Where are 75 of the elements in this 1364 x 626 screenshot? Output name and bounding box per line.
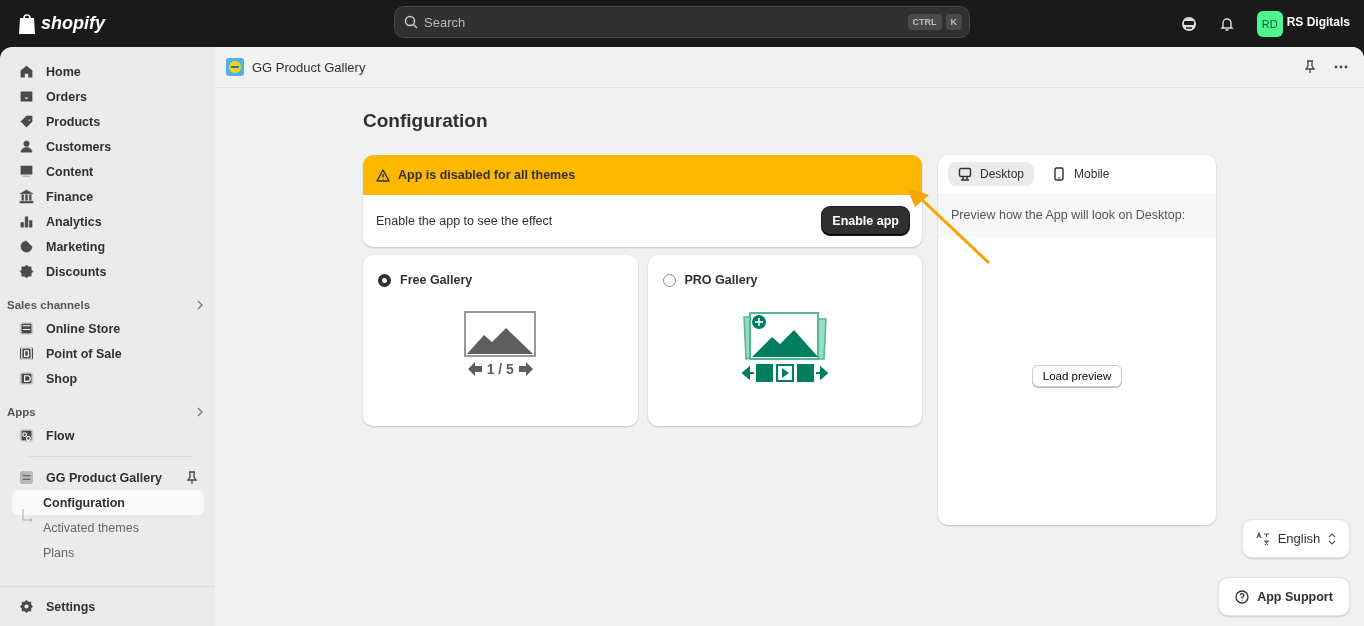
channel-icon [19, 371, 34, 386]
nav-icon [19, 264, 34, 279]
section-title: Apps [7, 406, 36, 418]
gallery-option-card[interactable]: Free Gallery 1 / 5 [363, 255, 638, 426]
channel-icon [19, 428, 34, 443]
desktop-icon [958, 167, 972, 181]
notification-icon[interactable] [1218, 15, 1235, 32]
nav-item[interactable]: Orders [12, 84, 204, 109]
nav-icon [19, 89, 34, 104]
gallery-label: Free Gallery [400, 273, 473, 287]
nav-item[interactable]: Online Store [12, 316, 204, 341]
image-placeholder-icon [464, 311, 537, 357]
arrow-left-icon [466, 361, 483, 377]
radio-button[interactable] [378, 273, 391, 287]
logo-text[interactable]: shopify [41, 13, 105, 34]
sub-nav-item[interactable]: Activated themes [12, 515, 204, 540]
channel-icon [19, 321, 34, 336]
translate-icon [1255, 531, 1270, 546]
nav-icon [19, 214, 34, 229]
chevron-updown-icon [1328, 532, 1337, 545]
nav-icon [19, 139, 34, 154]
nav-item[interactable]: GG Product Gallery [12, 465, 162, 490]
sub-nav-item[interactable]: Plans [12, 540, 204, 565]
enable-app-button[interactable]: Enable app [822, 207, 909, 235]
shortcut-key: CTRL [907, 14, 942, 30]
load-preview-button[interactable]: Load preview [1031, 365, 1123, 387]
search-icon [404, 15, 418, 29]
nav-item[interactable]: Products [12, 109, 204, 134]
pin-icon[interactable] [1304, 60, 1316, 74]
nav-icon [19, 114, 34, 129]
nav-icon [19, 239, 34, 254]
pin-icon[interactable] [186, 470, 198, 485]
store-name[interactable]: RS Digitals [1286, 14, 1350, 29]
warning-icon [376, 168, 390, 182]
shopping-bag-icon [17, 12, 37, 35]
slide-counter: 1 / 5 [486, 361, 514, 377]
channel-icon [19, 346, 34, 361]
nav-item[interactable]: Content [12, 159, 204, 184]
nav-item[interactable]: Analytics [12, 209, 204, 234]
banner-message: Enable the app to see the effect [376, 214, 553, 228]
language-selector[interactable]: English [1242, 519, 1350, 558]
settings-item[interactable]: Settings [12, 594, 204, 619]
mobile-icon [1052, 167, 1067, 181]
section-title: Sales channels [7, 299, 91, 311]
more-icon[interactable] [1334, 65, 1348, 69]
nav-item[interactable]: Shop [12, 366, 204, 391]
app-icon [19, 470, 34, 485]
chevron-right-icon[interactable] [196, 407, 204, 417]
gallery-option-card[interactable]: PRO Gallery [647, 255, 922, 426]
nav-icon [19, 64, 34, 79]
app-logo-icon [226, 58, 244, 76]
help-icon [1235, 589, 1250, 604]
nav-item[interactable]: Flow [12, 423, 204, 448]
avatar[interactable]: RD [1256, 10, 1283, 37]
sub-nav-item[interactable]: Configuration [12, 490, 204, 515]
nav-item[interactable]: Discounts [12, 259, 204, 284]
banner-title: App is disabled for all themes [398, 168, 576, 182]
preview-tab[interactable]: Desktop [948, 162, 1035, 186]
nav-icon [19, 189, 34, 204]
gallery-label: PRO Gallery [684, 273, 758, 287]
preview-tab[interactable]: Mobile [1042, 162, 1120, 186]
chevron-right-icon[interactable] [196, 300, 204, 310]
nav-item[interactable]: Customers [12, 134, 204, 159]
nav-icon [19, 164, 34, 179]
tree-connector-icon [22, 509, 34, 525]
page-title: Configuration [363, 110, 489, 132]
app-title: GG Product Gallery [252, 59, 366, 75]
nav-item[interactable]: Marketing [12, 234, 204, 259]
app-support-button[interactable]: App Support [1218, 577, 1350, 616]
settings-icon [19, 599, 34, 614]
nav-item[interactable]: Finance [12, 184, 204, 209]
preview-note: Preview how the App will look on Desktop: [938, 193, 1216, 237]
nav-item[interactable]: Home [12, 59, 204, 84]
arrow-right-icon [517, 361, 534, 377]
nav-item[interactable]: Point of Sale [12, 341, 204, 366]
